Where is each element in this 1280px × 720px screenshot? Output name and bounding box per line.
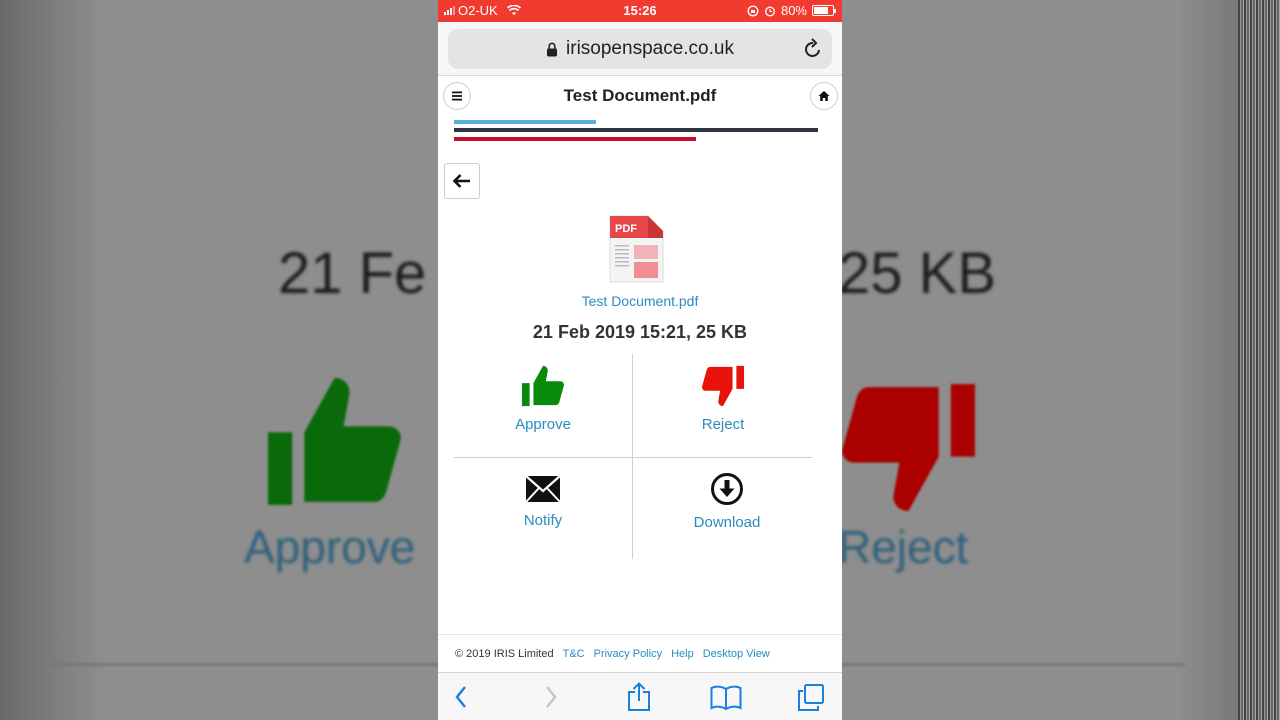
reject-button[interactable]: Reject [638, 364, 808, 433]
footer-link-help[interactable]: Help [671, 648, 694, 660]
arrow-left-icon [452, 174, 470, 188]
browser-address-area: irisopenspace.co.uk [438, 22, 842, 76]
background-date-text-left: 21 Fe [278, 241, 427, 306]
pdf-badge-label: PDF [615, 223, 637, 235]
background-thumbs-down-icon [842, 384, 975, 511]
download-button[interactable]: Download [642, 472, 812, 531]
footer-link-privacy[interactable]: Privacy Policy [594, 648, 662, 660]
thumbs-down-icon [701, 365, 745, 407]
file-meta: 21 Feb 2019 15:21, 25 KB [532, 322, 748, 342]
background-date-text-right: 25 KB [838, 241, 996, 306]
address-bar[interactable]: irisopenspace.co.uk [448, 29, 832, 69]
background-approve-text: Approve [244, 521, 416, 573]
home-button[interactable] [810, 82, 838, 110]
background-reject-text: Reject [838, 521, 969, 573]
envelope-icon [525, 475, 561, 503]
progress-stripe-red [454, 137, 696, 141]
reload-icon[interactable] [803, 38, 823, 60]
share-icon[interactable] [627, 682, 651, 712]
copyright-text: © 2019 IRIS Limited [455, 647, 554, 660]
rotation-lock-icon [747, 5, 759, 16]
approve-label: Approve [515, 416, 571, 433]
progress-stripe-dark [454, 128, 818, 132]
bookmarks-icon[interactable] [710, 685, 742, 711]
notify-label: Notify [523, 512, 563, 529]
browser-forward-icon[interactable] [544, 685, 558, 709]
page-title: Test Document.pdf [563, 86, 717, 105]
download-circle-icon [711, 473, 743, 505]
grid-divider-horizontal [454, 457, 812, 458]
footer: © 2019 IRIS Limited T&C Privacy Policy H… [438, 634, 842, 672]
background-thumbs-up-icon [268, 378, 401, 505]
battery-icon [812, 5, 836, 16]
thumbs-up-icon [521, 365, 565, 407]
alarm-icon [765, 6, 775, 16]
phone-screen: O2-UK 15:26 80% irisopenspace.co.uk Test… [438, 0, 842, 720]
status-right-group: 80% [747, 3, 836, 18]
lock-icon [547, 42, 558, 56]
browser-back-icon[interactable] [454, 685, 468, 709]
status-bar: O2-UK 15:26 80% [438, 0, 842, 22]
progress-stripe-blue [454, 120, 596, 124]
url-text: irisopenspace.co.uk [566, 38, 734, 59]
footer-link-terms[interactable]: T&C [563, 648, 585, 660]
back-button[interactable] [444, 163, 480, 199]
tabs-icon[interactable] [797, 684, 825, 712]
browser-toolbar [438, 672, 842, 720]
pdf-file-icon[interactable]: PDF [608, 215, 664, 283]
file-name-link[interactable]: Test Document.pdf [438, 293, 842, 309]
background-edge-noise [1238, 0, 1280, 720]
download-label: Download [693, 514, 761, 531]
notify-button[interactable]: Notify [458, 474, 628, 529]
home-icon [818, 91, 830, 101]
battery-percent: 80% [780, 3, 807, 18]
reject-label: Reject [701, 416, 745, 433]
approve-button[interactable]: Approve [458, 364, 628, 433]
footer-link-desktop-view[interactable]: Desktop View [703, 648, 770, 660]
app-header: Test Document.pdf [438, 76, 842, 116]
